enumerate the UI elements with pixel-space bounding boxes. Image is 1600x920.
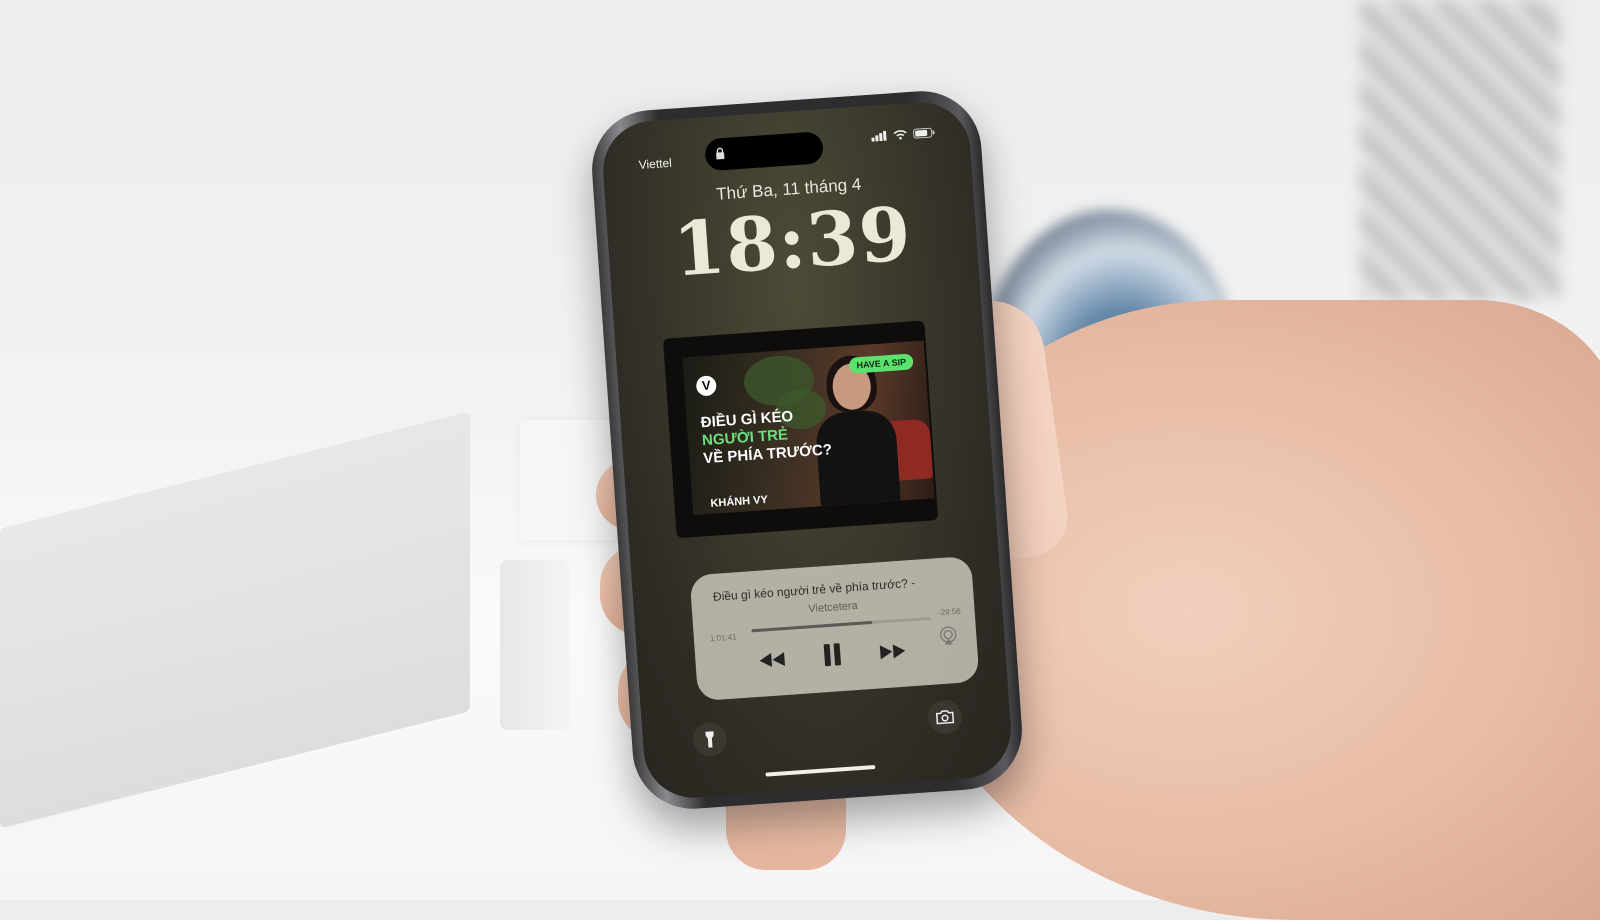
camera-icon xyxy=(935,710,955,725)
background-stand-leg xyxy=(500,560,570,730)
time-remaining: -29:56 xyxy=(937,606,961,618)
artwork-image: V HAVE A SIP ĐIỀU GÌ KÉO NGƯỜI TRẺ VỀ PH… xyxy=(682,340,935,516)
battery-icon xyxy=(913,127,935,139)
playback-progress-fill xyxy=(751,620,872,633)
fast-forward-icon[interactable] xyxy=(877,641,908,663)
lock-icon xyxy=(716,147,725,160)
dynamic-island xyxy=(704,131,825,172)
background-artwork xyxy=(1360,0,1560,300)
lock-screen[interactable]: Viettel Thứ Ba, 11 tháng 4 18:39 V HAVE … xyxy=(599,98,1015,802)
camera-button[interactable] xyxy=(926,698,964,736)
now-playing-widget[interactable]: Điều gì kéo người trẻ về phía trước? - V… xyxy=(689,555,980,702)
iphone: Viettel Thứ Ba, 11 tháng 4 18:39 V HAVE … xyxy=(588,87,1026,813)
signal-icon xyxy=(871,130,887,142)
rewind-icon[interactable] xyxy=(757,649,788,671)
flashlight-icon xyxy=(705,731,714,748)
artwork-guest-name: KHÁNH VY xyxy=(710,493,769,510)
wifi-icon xyxy=(893,130,907,140)
artwork-badge: HAVE A SIP xyxy=(848,353,914,374)
pause-icon[interactable] xyxy=(820,641,844,668)
carrier-label: Viettel xyxy=(638,155,673,173)
now-playing-artwork[interactable]: V HAVE A SIP ĐIỀU GÌ KÉO NGƯỜI TRẺ VỀ PH… xyxy=(662,320,939,539)
vietcetera-logo: V xyxy=(695,375,717,397)
playback-scrubber[interactable] xyxy=(751,616,932,633)
home-indicator[interactable] xyxy=(765,765,876,777)
airplay-icon[interactable] xyxy=(938,625,959,646)
status-bar-icons xyxy=(871,127,936,142)
flashlight-button[interactable] xyxy=(691,721,729,758)
time-elapsed: 1:01:41 xyxy=(709,632,737,644)
artwork-title: ĐIỀU GÌ KÉO NGƯỜI TRẺ VỀ PHÍA TRƯỚC? xyxy=(700,405,832,468)
